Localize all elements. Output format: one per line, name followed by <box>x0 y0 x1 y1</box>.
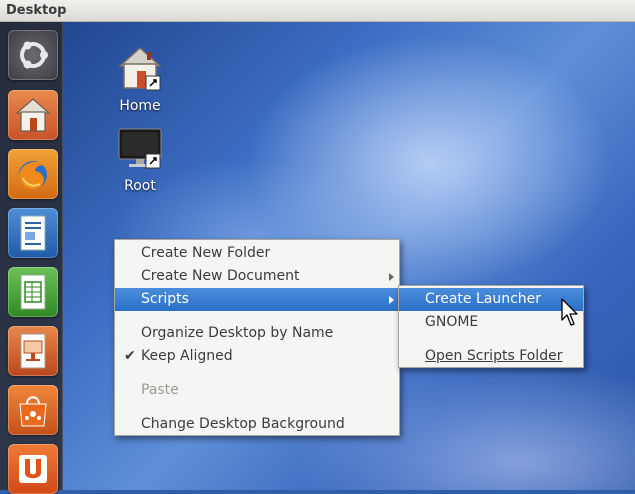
menu-item-change-background[interactable]: Change Desktop Background <box>115 413 399 436</box>
menu-item-label: Open Scripts Folder <box>425 348 563 364</box>
software-center-icon <box>19 396 47 427</box>
menu-item-label: GNOME <box>425 314 479 330</box>
menu-item-label: Organize Desktop by Name <box>141 325 334 341</box>
launcher <box>0 22 63 494</box>
ubuntu-one-icon <box>19 455 47 483</box>
top-panel: Desktop <box>0 0 635 22</box>
calc-icon <box>20 274 46 310</box>
menu-item-label: Create Launcher <box>425 291 542 307</box>
menu-item-create-new-folder[interactable]: Create New Folder <box>115 242 399 265</box>
firefox-icon <box>19 161 47 190</box>
menu-item-label: Keep Aligned <box>141 348 233 364</box>
submenu-item-gnome[interactable]: GNOME <box>399 311 583 334</box>
desktop-icon-home[interactable]: Home <box>100 44 180 114</box>
writer-icon <box>20 215 46 251</box>
launcher-home-folder[interactable] <box>8 90 58 140</box>
menu-item-paste: Paste <box>115 379 399 402</box>
menu-item-create-new-document[interactable]: Create New Document <box>115 265 399 288</box>
launcher-impress[interactable] <box>8 326 58 376</box>
home-folder-icon <box>118 46 162 91</box>
launcher-software-center[interactable] <box>8 385 58 435</box>
launcher-dash-button[interactable] <box>8 30 58 80</box>
window-title: Desktop <box>6 3 67 18</box>
mouse-pointer-icon <box>561 298 578 326</box>
scripts-submenu: Create Launcher GNOME Open Scripts Folde… <box>398 285 584 368</box>
desktop-context-menu: Create New Folder Create New Document Sc… <box>114 239 400 436</box>
menu-item-label: Create New Folder <box>141 245 271 261</box>
menu-item-organize-desktop[interactable]: Organize Desktop by Name <box>115 322 399 345</box>
submenu-arrow-icon <box>389 296 394 304</box>
launcher-calc[interactable] <box>8 267 58 317</box>
submenu-item-create-launcher[interactable]: Create Launcher <box>399 288 583 311</box>
menu-item-keep-aligned[interactable]: ✔ Keep Aligned <box>115 345 399 368</box>
checkmark-icon: ✔ <box>124 348 136 364</box>
home-folder-icon <box>15 98 51 132</box>
menu-item-label: Scripts <box>141 291 189 307</box>
menu-item-label: Change Desktop Background <box>141 416 345 432</box>
computer-monitor-icon <box>118 128 162 169</box>
launcher-firefox[interactable] <box>8 149 58 199</box>
ubuntu-logo-icon <box>20 41 48 69</box>
desktop-icon-root[interactable]: Root <box>100 124 180 194</box>
submenu-item-open-scripts-folder[interactable]: Open Scripts Folder <box>399 345 583 368</box>
menu-item-label: Create New Document <box>141 268 300 284</box>
launcher-ubuntu-one[interactable] <box>8 444 58 494</box>
desktop-icon-label: Root <box>124 178 156 194</box>
desktop-icon-label: Home <box>119 98 161 114</box>
menu-item-label: Paste <box>141 382 179 398</box>
submenu-arrow-icon <box>389 273 394 281</box>
launcher-writer[interactable] <box>8 208 58 258</box>
menu-item-scripts[interactable]: Scripts <box>115 288 399 311</box>
impress-icon <box>20 333 46 369</box>
